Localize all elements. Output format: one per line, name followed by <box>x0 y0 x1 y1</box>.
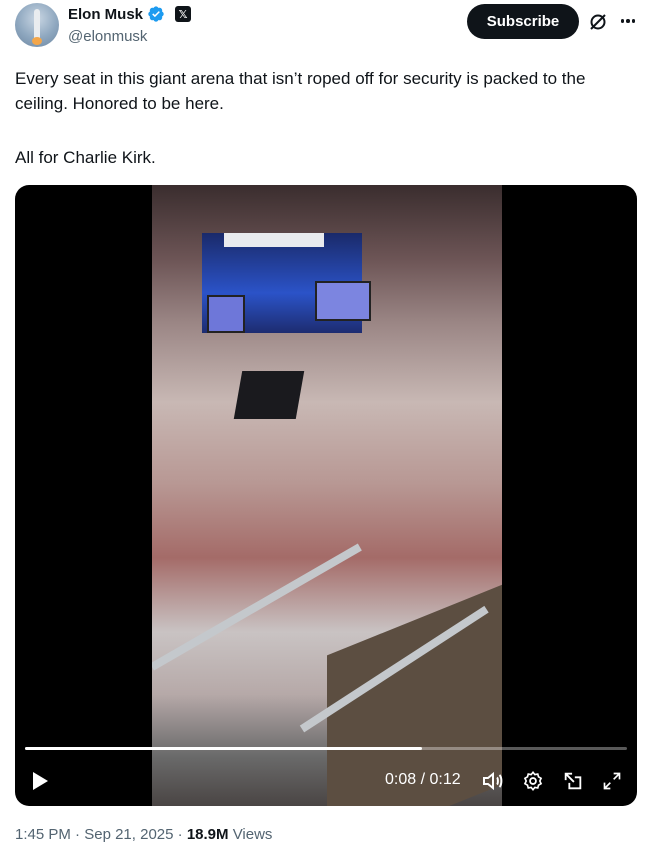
fullscreen-icon[interactable] <box>599 768 625 794</box>
rocket-image <box>34 9 40 39</box>
tweet-line-1: Every seat in this giant arena that isn’… <box>15 69 586 113</box>
play-icon[interactable] <box>27 768 53 794</box>
grok-icon[interactable] <box>588 12 608 32</box>
tweet-line-2: All for Charlie Kirk. <box>15 148 156 167</box>
volume-icon[interactable] <box>480 768 506 794</box>
arena-stage-roof <box>224 233 324 247</box>
video-player[interactable]: 0:08 / 0:12 <box>15 185 637 806</box>
tweet-date[interactable]: Sep 21, 2025 <box>84 826 173 843</box>
subscribe-button[interactable]: Subscribe <box>467 4 579 39</box>
separator-dot: · <box>177 826 187 843</box>
rocket-flame <box>32 37 42 45</box>
author-handle[interactable]: @elonmusk <box>68 28 147 45</box>
video-progress-fill <box>25 747 423 750</box>
x-logo-icon[interactable]: 𝕏 <box>175 6 192 22</box>
separator-dot: · <box>75 826 85 843</box>
more-dot <box>631 19 636 23</box>
arena-booth <box>233 371 305 419</box>
popout-icon[interactable] <box>560 768 586 794</box>
video-frame <box>152 185 502 806</box>
author-avatar[interactable] <box>15 3 59 47</box>
tweet-text: Every seat in this giant arena that isn’… <box>15 66 640 170</box>
tweet-metadata: 1:45 PM · Sep 21, 2025 · 18.9M Views <box>15 826 272 843</box>
arena-screen-right <box>315 281 371 321</box>
author-name[interactable]: Elon Musk <box>68 6 143 23</box>
verified-badge-icon[interactable] <box>147 5 165 23</box>
author-name-row: Elon Musk 𝕏 <box>68 5 192 23</box>
tweet-time[interactable]: 1:45 PM <box>15 826 71 843</box>
settings-icon[interactable] <box>520 768 546 794</box>
views-label: Views <box>232 826 273 843</box>
balcony-rail <box>152 543 362 671</box>
more-icon[interactable] <box>617 10 639 32</box>
arena-screen-left <box>207 295 245 333</box>
more-dot <box>626 19 630 23</box>
video-progress-bar[interactable] <box>25 747 627 750</box>
video-time: 0:08 / 0:12 <box>385 771 461 788</box>
views-count: 18.9M <box>186 826 229 843</box>
more-dot <box>620 19 625 23</box>
